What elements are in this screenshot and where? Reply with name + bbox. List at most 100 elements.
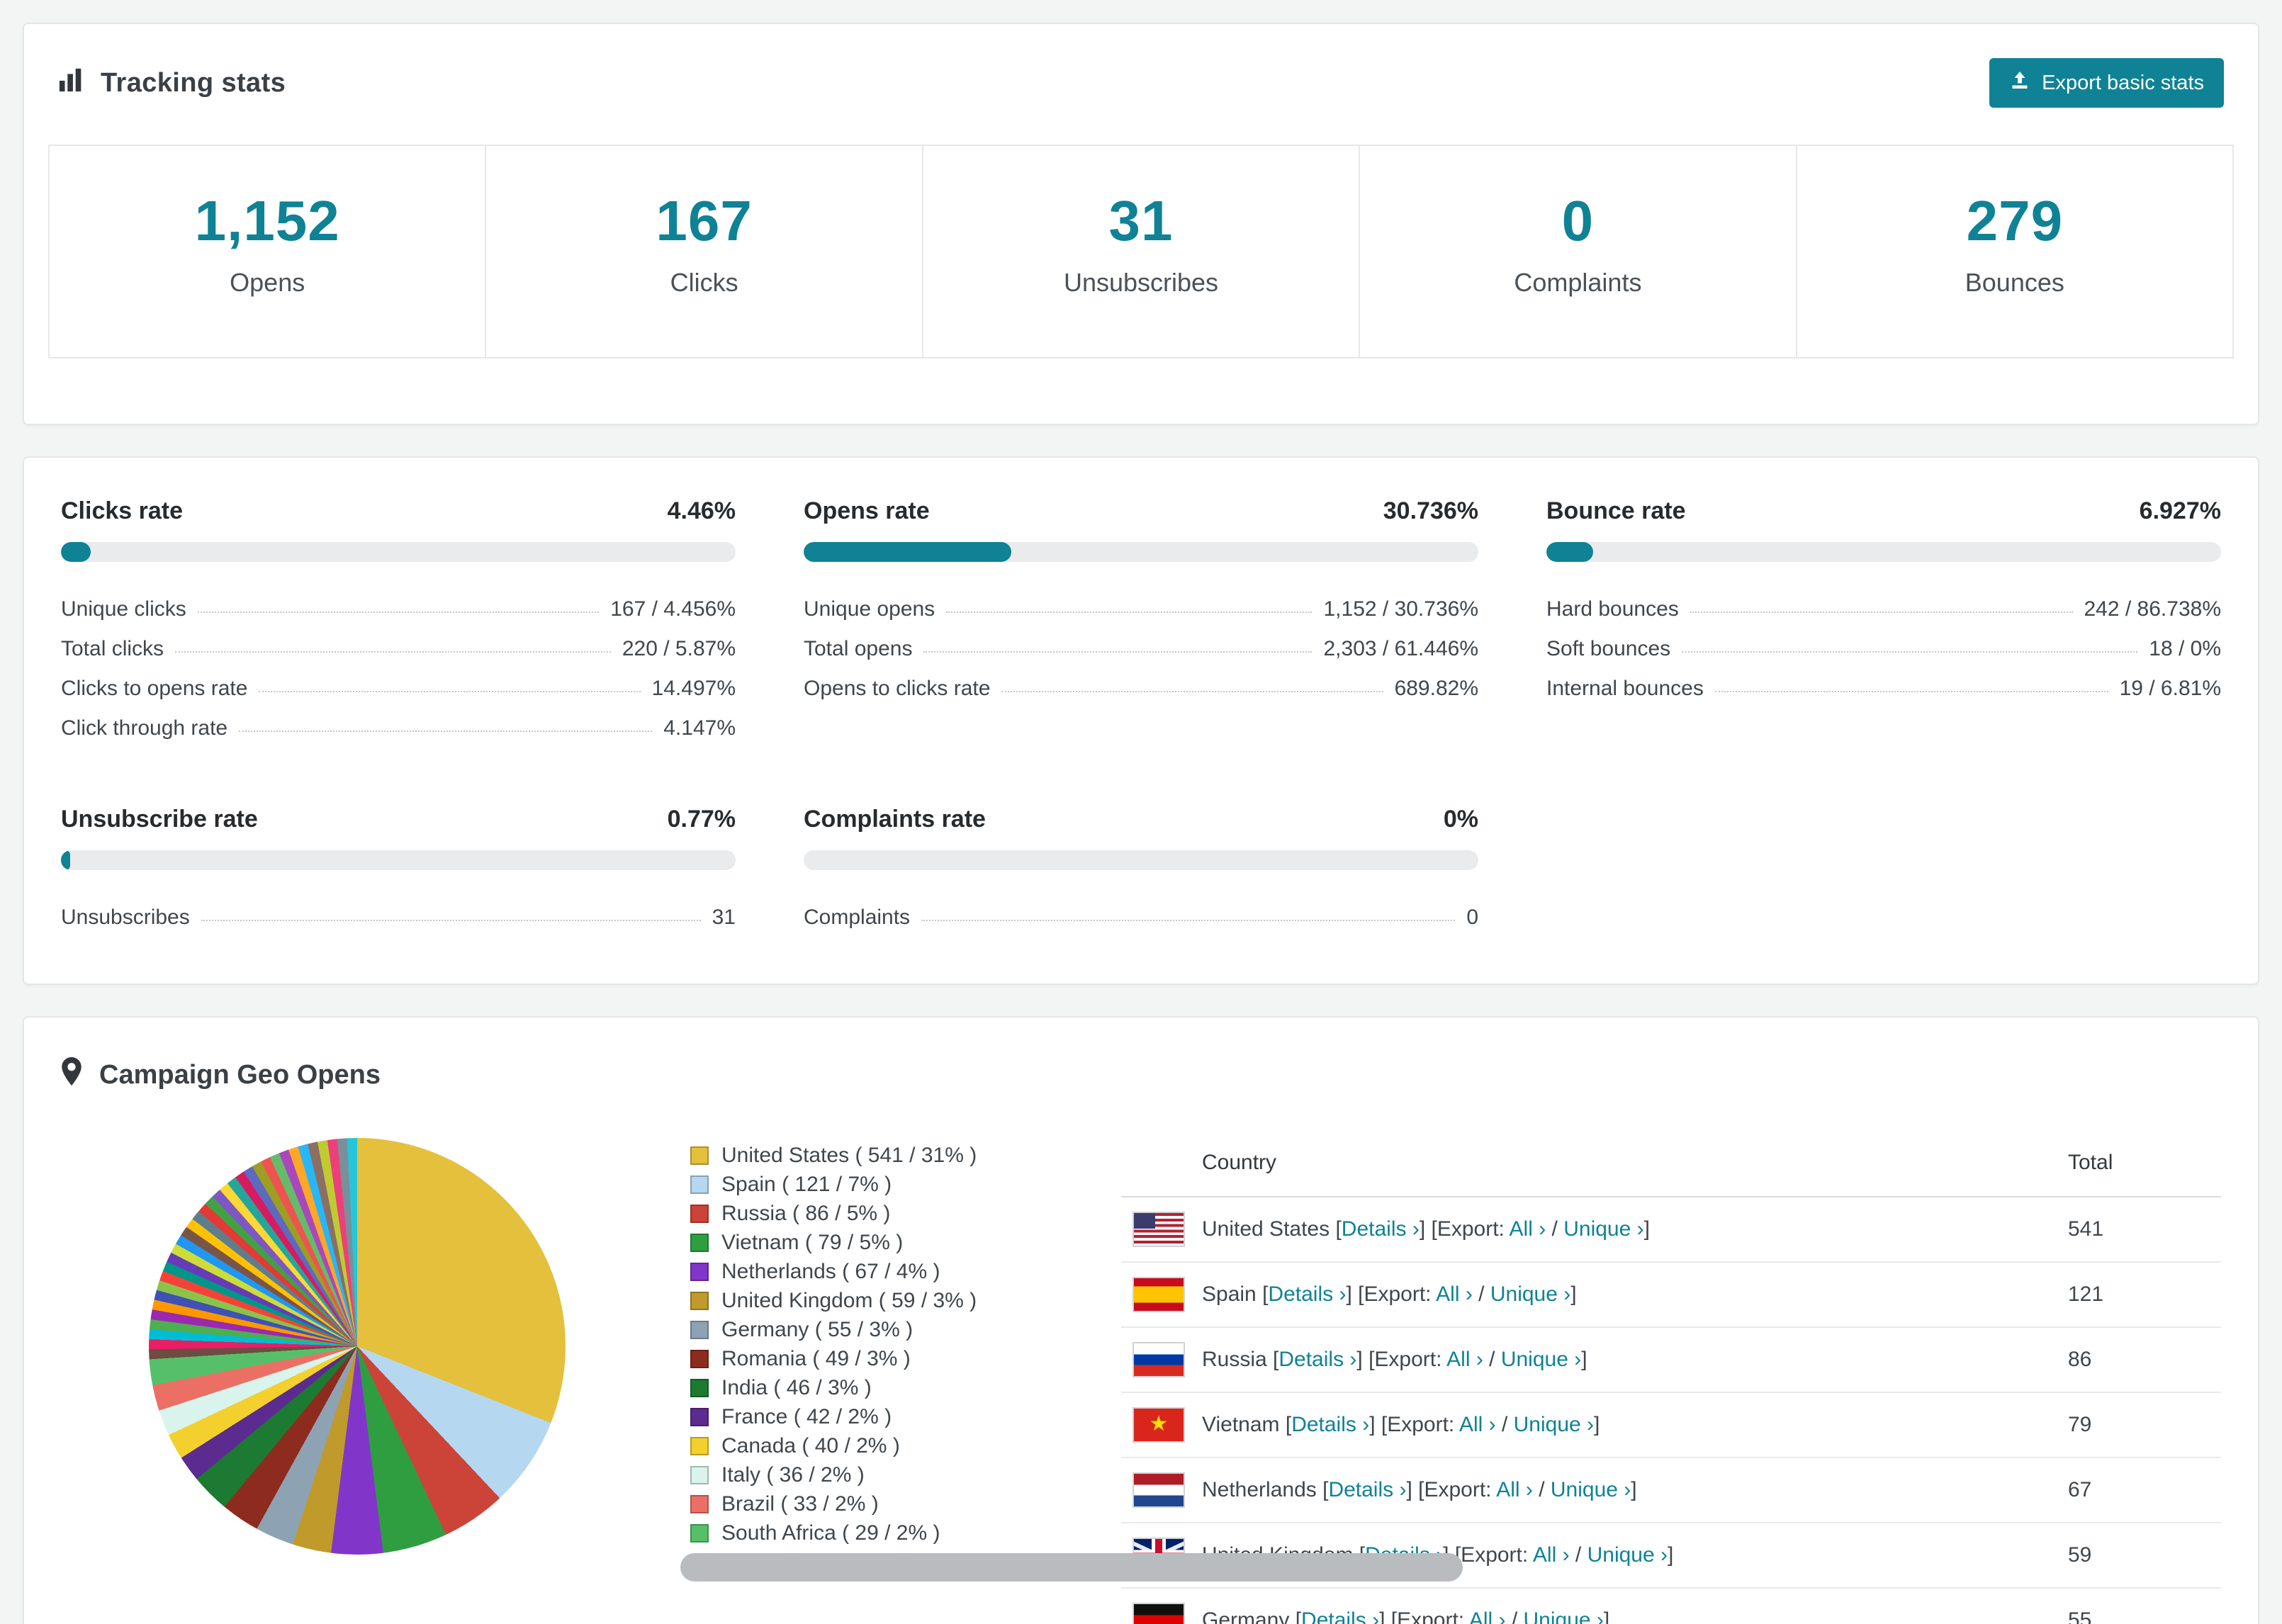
export-label: [Export: bbox=[1368, 1348, 1447, 1371]
export-all-link[interactable]: All › bbox=[1459, 1413, 1496, 1436]
rate-stat-row: Clicks to opens rate 14.497% bbox=[61, 664, 736, 704]
table-row: Spain [Details ›] [Export: All › / Uniqu… bbox=[1121, 1263, 2221, 1328]
geo-opens-header: Campaign Geo Opens bbox=[61, 1057, 2221, 1093]
rate-stat-row: Click through rate 4.147% bbox=[61, 704, 736, 743]
stat-value: 1,152 bbox=[194, 189, 340, 252]
rate-stat-row: Complaints 0 bbox=[804, 893, 1478, 932]
total-cell: 86 bbox=[2068, 1348, 2092, 1371]
dotted-leader bbox=[946, 611, 1313, 613]
bracket-open: [ bbox=[1256, 1282, 1269, 1306]
rate-rows: Unique clicks 167 / 4.456% Total clicks 22… bbox=[61, 585, 736, 743]
export-label: [Export: bbox=[1454, 1543, 1533, 1567]
legend-swatch bbox=[690, 1436, 709, 1455]
details-link[interactable]: Details › bbox=[1278, 1348, 1356, 1371]
details-link[interactable]: Details › bbox=[1268, 1282, 1346, 1306]
rates-card: Clicks rate 4.46% Unique clicks 167 / 4.4… bbox=[23, 456, 2259, 985]
stat-label: Bounces bbox=[1965, 268, 2064, 297]
rate-head: Clicks rate 4.46% bbox=[61, 497, 736, 525]
dotted-leader bbox=[197, 611, 600, 613]
country-name: Vietnam bbox=[1202, 1413, 1280, 1436]
export-unique-link[interactable]: Unique › bbox=[1563, 1217, 1643, 1241]
geo-legend: United States ( 541 / 31% ) Spain ( 121 … bbox=[690, 1141, 1062, 1547]
legend-swatch bbox=[690, 1233, 709, 1252]
legend-label: Netherlands ( 67 / 4% ) bbox=[721, 1259, 940, 1283]
rate-stat-value: 242 / 86.738% bbox=[2084, 597, 2222, 621]
bracket-open: [ bbox=[1316, 1478, 1329, 1501]
export-unique-link[interactable]: Unique › bbox=[1501, 1348, 1581, 1371]
rate-stat-label: Total opens bbox=[804, 637, 913, 660]
stat-value: 167 bbox=[656, 189, 753, 252]
tracking-stats-title-wrap: Tracking stats bbox=[58, 66, 286, 100]
legend-item: Vietnam ( 79 / 5% ) bbox=[690, 1228, 1062, 1257]
details-link[interactable]: Details › bbox=[1342, 1217, 1420, 1241]
country-flag bbox=[1132, 1407, 1185, 1443]
export-bracket-close: ] bbox=[1603, 1608, 1610, 1624]
stat-label: Clicks bbox=[670, 268, 738, 297]
export-label: [Export: bbox=[1418, 1478, 1497, 1501]
details-link[interactable]: Details › bbox=[1328, 1478, 1406, 1501]
rate-stat-row: Opens to clicks rate 689.82% bbox=[804, 664, 1478, 704]
rate-rows: Hard bounces 242 / 86.738% Soft bounces 18… bbox=[1546, 585, 2221, 704]
rate-value: 0.77% bbox=[667, 806, 736, 833]
rate-stat-value: 31 bbox=[712, 906, 736, 929]
export-unique-link[interactable]: Unique › bbox=[1551, 1478, 1631, 1501]
total-cell: 79 bbox=[2068, 1413, 2092, 1436]
legend-swatch bbox=[690, 1262, 709, 1281]
rate-title: Bounce rate bbox=[1546, 497, 1686, 524]
rate-stat-label: Complaints bbox=[804, 906, 911, 929]
rate-stat-label: Unique clicks bbox=[61, 597, 186, 621]
horizontal-scrollbar-thumb[interactable] bbox=[680, 1553, 1463, 1581]
details-link[interactable]: Details › bbox=[1291, 1413, 1369, 1436]
dotted-leader bbox=[923, 651, 1313, 653]
bracket-open: [ bbox=[1289, 1608, 1302, 1624]
country-cell: Netherlands [Details ›] [Export: All › /… bbox=[1202, 1478, 2068, 1502]
rate-title: Clicks rate bbox=[61, 497, 183, 524]
summary-stats-box: 1,152 Opens 167 Clicks 31 Unsubscribes 0… bbox=[48, 145, 2234, 359]
rate-value: 4.46% bbox=[667, 497, 736, 524]
export-all-link[interactable]: All › bbox=[1510, 1217, 1546, 1241]
legend-swatch bbox=[690, 1146, 709, 1165]
legend-label: Romania ( 49 / 3% ) bbox=[721, 1346, 911, 1370]
progress-bar bbox=[61, 850, 736, 870]
export-label: [Export: bbox=[1358, 1282, 1437, 1306]
summary-stat-cell: 0 Complaints bbox=[1360, 146, 1797, 357]
export-unique-link[interactable]: Unique › bbox=[1587, 1543, 1668, 1567]
rate-rows: Unsubscribes 31 bbox=[61, 893, 736, 932]
country-name: Germany bbox=[1202, 1608, 1290, 1624]
export-all-link[interactable]: All › bbox=[1436, 1282, 1473, 1306]
stat-label: Opens bbox=[230, 268, 305, 297]
export-all-link[interactable]: All › bbox=[1469, 1608, 1506, 1624]
rate-title: Unsubscribe rate bbox=[61, 806, 258, 833]
legend-item: Netherlands ( 67 / 4% ) bbox=[690, 1257, 1062, 1286]
rate-head: Opens rate 30.736% bbox=[804, 497, 1478, 525]
country-cell: Vietnam [Details ›] [Export: All › / Uni… bbox=[1202, 1413, 2068, 1437]
details-link[interactable]: Details › bbox=[1301, 1608, 1379, 1624]
progress-bar bbox=[804, 542, 1478, 562]
export-unique-link[interactable]: Unique › bbox=[1490, 1282, 1570, 1306]
export-bracket-close: ] bbox=[1594, 1413, 1600, 1436]
rate-stat-row: Soft bounces 18 / 0% bbox=[1546, 624, 2221, 664]
geo-opens-title: Campaign Geo Opens bbox=[99, 1059, 381, 1090]
bar-chart-icon bbox=[58, 66, 85, 100]
legend-label: South Africa ( 29 / 2% ) bbox=[721, 1521, 940, 1545]
export-unique-link[interactable]: Unique › bbox=[1524, 1608, 1604, 1624]
rate-rows: Unique opens 1,152 / 30.736% Total opens 2… bbox=[804, 585, 1478, 704]
dotted-leader bbox=[921, 920, 1456, 921]
legend-label: United States ( 541 / 31% ) bbox=[721, 1143, 977, 1167]
progress-bar bbox=[61, 542, 736, 562]
export-unique-link[interactable]: Unique › bbox=[1514, 1413, 1594, 1436]
export-all-link[interactable]: All › bbox=[1446, 1348, 1483, 1371]
summary-stat-cell: 31 Unsubscribes bbox=[923, 146, 1361, 357]
export-separator: / bbox=[1532, 1478, 1551, 1501]
rate-block: Clicks rate 4.46% Unique clicks 167 / 4.4… bbox=[61, 497, 736, 743]
tracking-stats-card: Tracking stats Export basic stats 1,152 … bbox=[23, 23, 2259, 425]
export-all-link[interactable]: All › bbox=[1496, 1478, 1533, 1501]
legend-swatch bbox=[690, 1378, 709, 1397]
geo-opens-card: Campaign Geo Opens United States ( 541 /… bbox=[23, 1016, 2259, 1624]
export-basic-stats-button[interactable]: Export basic stats bbox=[1989, 58, 2224, 108]
export-all-link[interactable]: All › bbox=[1533, 1543, 1570, 1567]
summary-stat-cell: 167 Clicks bbox=[486, 146, 923, 357]
rate-block: Complaints rate 0% Complaints 0 bbox=[804, 806, 1478, 932]
rate-stat-label: Opens to clicks rate bbox=[804, 677, 991, 700]
bracket-close: ] bbox=[1406, 1478, 1419, 1501]
